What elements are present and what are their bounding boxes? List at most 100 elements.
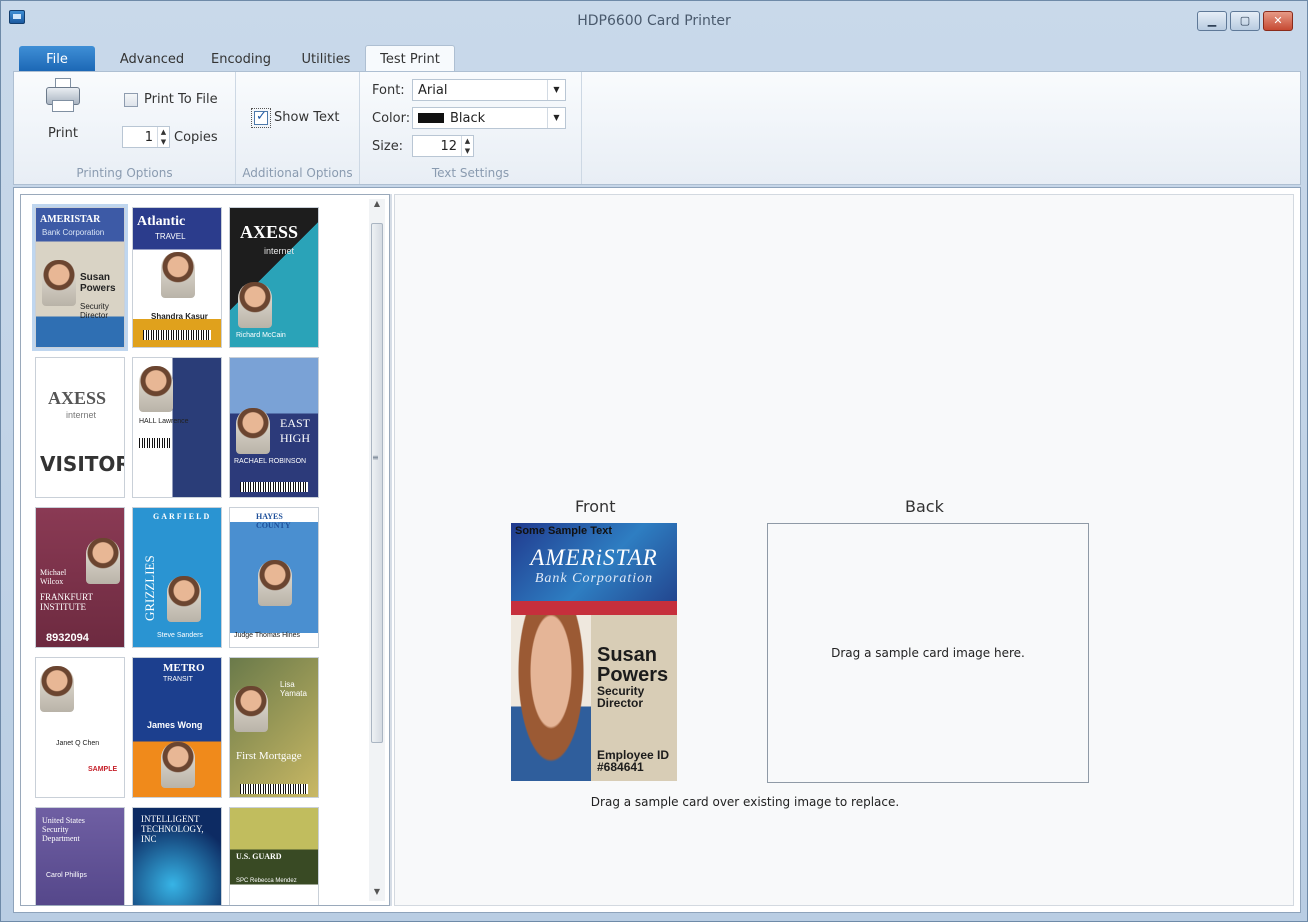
card-thumbnail[interactable]: Michael Wilcox FRANKFURT INSTITUTE 89320…	[35, 507, 125, 648]
scroll-down-icon[interactable]: ▼	[369, 887, 385, 901]
minimize-button[interactable]: ▁	[1197, 11, 1227, 31]
card-thumbnail[interactable]: HAYES COUNTY Judge Thomas Hines	[229, 507, 319, 648]
back-label: Back	[905, 497, 944, 516]
tab-utilities[interactable]: Utilities	[287, 46, 365, 72]
card-photo	[234, 686, 268, 732]
chevron-down-icon[interactable]: ▼	[547, 108, 565, 128]
ribbon: Print Print To File 1 ▲ ▼ Copies Printing…	[13, 71, 1301, 185]
employee-id-value: #684641	[597, 760, 644, 774]
card-title: INTELLIGENT TECHNOLOGY, INC	[141, 814, 204, 844]
spin-arrows-icon[interactable]: ▲ ▼	[157, 127, 169, 147]
card-subtitle: TRANSIT	[163, 676, 193, 683]
minimize-icon: ▁	[1207, 14, 1217, 27]
card-photo	[40, 666, 74, 712]
print-to-file-checkbox[interactable]: Print To File	[124, 92, 218, 107]
spin-arrows-icon[interactable]: ▲ ▼	[461, 136, 473, 156]
print-button[interactable]: Print	[32, 78, 94, 158]
card-photo	[238, 282, 272, 328]
color-select[interactable]: Black ▼	[412, 107, 566, 129]
close-button[interactable]: ✕	[1263, 11, 1293, 31]
font-label: Font:	[372, 83, 405, 98]
card-name: Steve Sanders	[157, 632, 203, 639]
chevron-down-icon[interactable]: ▼	[547, 80, 565, 100]
barcode	[143, 330, 211, 340]
card-title: United States Security Department	[42, 816, 85, 843]
printer-icon	[46, 78, 80, 114]
print-to-file-box[interactable]	[124, 92, 138, 107]
card-thumbnail[interactable]: HALL Lawrence	[132, 357, 222, 498]
card-name: Janet Q Chen	[56, 740, 100, 747]
printing-options-group: Print Print To File 1 ▲ ▼ Copies Printing…	[14, 72, 236, 184]
card-title: HAYES COUNTY	[256, 512, 291, 530]
card-name: RACHAEL ROBINSON	[234, 458, 307, 465]
card-role: Security Director	[80, 302, 109, 320]
card-thumbnail[interactable]: U.S. GUARD SPC Rebecca Mendez	[229, 807, 319, 905]
card-thumbnail[interactable]: EAST HIGH RACHAEL ROBINSON	[229, 357, 319, 498]
cardholder-role-line2: Director	[597, 696, 644, 710]
card-title: AMERISTAR	[40, 214, 101, 225]
card-preview-panel: Front Back Some Sample Text AMERiSTAR Ba…	[394, 194, 1294, 906]
card-thumbnail[interactable]: METRO TRANSIT James Wong	[132, 657, 222, 798]
card-thumbnail[interactable]: AXESS internet Richard McCain	[229, 207, 319, 348]
barcode	[240, 784, 308, 794]
title-bar: HDP6600 Card Printer ▁ ▢ ✕	[1, 1, 1307, 43]
card-thumbnail[interactable]: GARFIELD GRIZZLIES Steve Sanders	[132, 507, 222, 648]
card-thumbnail[interactable]: Atlantic TRAVEL Shandra Kasur	[132, 207, 222, 348]
window-controls: ▁ ▢ ✕	[1197, 11, 1293, 31]
main-area: AMERISTAR Bank Corporation Susan Powers …	[13, 187, 1301, 913]
card-thumbnail[interactable]: AMERISTAR Bank Corporation Susan Powers …	[35, 207, 125, 348]
card-thumbnail[interactable]: Janet Q Chen SAMPLE	[35, 657, 125, 798]
show-text-box[interactable]	[251, 107, 271, 128]
copies-value: 1	[144, 129, 153, 145]
scroll-up-icon[interactable]: ▲	[369, 199, 385, 213]
card-subtitle: TRAVEL	[155, 232, 186, 241]
scrollbar-thumb[interactable]	[371, 223, 383, 743]
replace-hint: Drag a sample card over existing image t…	[590, 795, 900, 809]
gallery-scrollbar[interactable]: ▲ ≡ ▼	[369, 199, 385, 901]
tab-file[interactable]: File	[19, 46, 95, 72]
card-name: Judge Thomas Hines	[234, 632, 301, 639]
app-window: HDP6600 Card Printer ▁ ▢ ✕ File Advanced…	[0, 0, 1308, 922]
card-thumbnail[interactable]: United States Security Department Carol …	[35, 807, 125, 905]
copies-stepper[interactable]: 1 ▲ ▼	[122, 126, 170, 148]
card-name: Richard McCain	[236, 332, 286, 339]
print-to-file-label: Print To File	[144, 92, 218, 107]
card-name: HALL Lawrence	[139, 418, 189, 425]
copies-label: Copies	[174, 130, 218, 145]
tab-advanced[interactable]: Advanced	[109, 46, 195, 72]
font-value: Arial	[418, 82, 448, 98]
sample-card-gallery: AMERISTAR Bank Corporation Susan Powers …	[20, 194, 390, 906]
window-title: HDP6600 Card Printer	[577, 13, 731, 29]
printing-options-label: Printing Options	[76, 166, 173, 180]
card-photo	[161, 252, 195, 298]
tab-test-print[interactable]: Test Print	[365, 45, 455, 72]
card-thumbnail[interactable]: INTELLIGENT TECHNOLOGY, INC	[132, 807, 222, 905]
visitor-label: VISITOR	[40, 452, 125, 476]
panel-splitter[interactable]	[390, 194, 392, 906]
card-name: Carol Phillips	[46, 872, 87, 879]
color-label: Color:	[372, 111, 411, 126]
tab-encoding[interactable]: Encoding	[195, 46, 287, 72]
card-subtitle: FRANKFURT INSTITUTE	[40, 592, 93, 612]
back-card-drop-zone[interactable]: Drag a sample card image here.	[767, 523, 1089, 783]
card-title: AXESS	[240, 222, 299, 242]
grip-icon: ≡	[372, 453, 379, 462]
front-card-preview[interactable]: Some Sample Text AMERiSTAR Bank Corporat…	[511, 523, 677, 781]
back-card-hint: Drag a sample card image here.	[831, 646, 1025, 660]
card-thumbnail[interactable]: Lisa Yamata First Mortgage	[229, 657, 319, 798]
card-number: 8932094	[46, 632, 89, 644]
ribbon-tabs: File Advanced Encoding Utilities Test Pr…	[19, 45, 455, 72]
font-select[interactable]: Arial ▼	[412, 79, 566, 101]
card-subtitle: internet	[264, 246, 295, 256]
cardholder-photo	[511, 615, 591, 781]
size-stepper[interactable]: 12 ▲ ▼	[412, 135, 474, 157]
maximize-button[interactable]: ▢	[1230, 11, 1260, 31]
text-settings-label: Text Settings	[431, 166, 510, 180]
card-subtitle: EAST HIGH	[280, 416, 310, 445]
card-thumbnail[interactable]: AXESS internet VISITOR	[35, 357, 125, 498]
close-icon: ✕	[1273, 14, 1283, 27]
employee-id: Employee ID #684641	[597, 749, 669, 773]
card-photo	[167, 576, 201, 622]
card-name: Shandra Kasur	[151, 312, 208, 321]
show-text-checkbox[interactable]: Show Text	[251, 107, 340, 128]
